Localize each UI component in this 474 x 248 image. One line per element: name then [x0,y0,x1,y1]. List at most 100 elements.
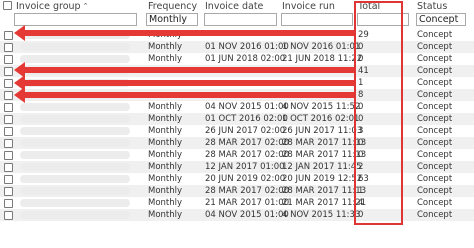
row-checkbox[interactable] [4,79,13,88]
invoice-date-cell: 28 MAR 2017 02:00 [205,138,290,148]
invoice-date-cell: 20 JUN 2019 02:00 [205,174,286,184]
status-cell: Concept [417,42,453,52]
frequency-cell: Monthly [148,126,183,136]
status-cell: Concept [417,138,453,148]
invoice-run-cell: 12 JAN 2017 11:45 [282,162,362,172]
redacted-invoice-group [20,163,130,171]
row-checkbox[interactable] [4,91,13,100]
invoice-date-cell: 12 JAN 2017 01:00 [205,162,285,172]
row-checkbox[interactable] [4,55,13,64]
frequency-cell: Monthly [148,162,183,172]
frequency-cell: Monthly [148,114,183,124]
redacted-invoice-group [20,127,130,135]
select-all-header [3,0,12,13]
invoice-date-cell: 01 NOV 2016 01:00 [205,42,289,52]
total-column-highlight [354,1,403,225]
column-header-invoice-run[interactable]: Invoice run [282,0,335,13]
frequency-cell: Monthly [148,54,183,64]
row-checkbox[interactable] [4,163,13,172]
status-cell: Concept [417,78,453,88]
invoice-date-cell: 28 MAR 2017 02:00 [205,186,290,196]
invoice-date-cell: 01 OCT 2016 02:00 [205,114,288,124]
invoice-run-cell: 4 NOV 2015 11:52 [282,102,361,112]
redacted-invoice-group [20,103,130,111]
redacted-invoice-group [20,199,130,207]
status-cell: Concept [417,186,453,196]
invoice-run-cell: 21 JUN 2018 11:22 [282,54,363,64]
column-header-invoice-date-label: Invoice date [205,1,264,12]
column-header-frequency-label: Frequency [148,1,198,12]
row-checkbox[interactable] [4,127,13,136]
status-cell: Concept [417,174,453,184]
row-checkbox[interactable] [4,103,13,112]
frequency-cell: Monthly [148,42,183,52]
redacted-invoice-group [20,115,130,123]
status-cell: Concept [417,102,453,112]
invoice-date-cell: 21 MAR 2017 01:00 [205,198,290,208]
sort-icon: ⌃ [82,2,89,10]
frequency-cell: Monthly [148,198,183,208]
invoice-run-cell: 1 NOV 2016 01:01 [282,42,361,52]
column-header-status-label: Status [417,1,448,12]
column-header-invoice-group-label: Invoice group [16,1,81,12]
arrow-head-icon [14,25,25,41]
status-filter[interactable] [416,13,466,26]
invoice-run-cell: 20 JUN 2019 12:52 [282,174,363,184]
redacted-invoice-group [20,151,130,159]
column-header-frequency[interactable]: Frequency [148,0,197,13]
row-checkbox[interactable] [4,139,13,148]
annotation-arrow [14,75,354,91]
annotation-arrow [14,87,354,103]
invoice-date-cell: 26 JUN 2017 02:00 [205,126,286,136]
row-checkbox[interactable] [4,211,13,220]
invoice-group-filter[interactable] [14,13,137,26]
frequency-cell: Monthly [148,102,183,112]
invoice-date-filter[interactable] [204,13,277,26]
status-cell: Concept [417,66,453,76]
invoice-date-cell: 04 NOV 2015 01:00 [205,102,289,112]
row-checkbox[interactable] [4,43,13,52]
row-checkbox[interactable] [4,187,13,196]
status-cell: Concept [417,198,453,208]
invoice-run-cell: 1 OCT 2016 02:01 [282,114,360,124]
frequency-cell: Monthly [148,150,183,160]
row-checkbox[interactable] [4,175,13,184]
redacted-invoice-group [20,175,130,183]
status-cell: Concept [417,114,453,124]
invoice-run-cell: 4 NOV 2015 11:33 [282,210,361,220]
column-header-invoice-run-label: Invoice run [282,1,335,12]
row-checkbox[interactable] [4,151,13,160]
frequency-cell: Monthly [148,210,183,220]
frequency-cell: Monthly [148,138,183,148]
annotation-arrow [14,25,354,41]
status-cell: Concept [417,150,453,160]
row-checkbox[interactable] [4,199,13,208]
status-cell: Concept [417,210,453,220]
annotation-arrow [14,62,354,78]
column-header-status[interactable]: Status [417,0,447,13]
status-cell: Concept [417,162,453,172]
redacted-invoice-group [20,43,130,51]
frequency-cell: Monthly [148,174,183,184]
column-header-invoice-date[interactable]: Invoice date [205,0,263,13]
row-checkbox[interactable] [4,31,13,40]
select-all-checkbox[interactable] [3,1,12,10]
row-checkbox[interactable] [4,115,13,124]
redacted-invoice-group [20,139,130,147]
status-cell: Concept [417,30,453,40]
status-cell: Concept [417,54,453,64]
frequency-filter[interactable] [146,13,198,26]
invoice-date-cell: 01 JUN 2018 02:00 [205,54,286,64]
status-cell: Concept [417,90,453,100]
invoice-run-cell: 26 JUN 2017 11:03 [282,126,363,136]
arrow-head-icon [14,87,25,103]
redacted-invoice-group [20,211,130,219]
redacted-invoice-group [20,55,130,63]
frequency-cell: Monthly [148,186,183,196]
redacted-invoice-group [20,187,130,195]
invoice-run-filter[interactable] [281,13,353,26]
invoice-date-cell: 28 MAR 2017 02:00 [205,150,290,160]
row-checkbox[interactable] [4,67,13,76]
status-cell: Concept [417,126,453,136]
column-header-invoice-group[interactable]: Invoice group ⌃ [16,0,88,13]
